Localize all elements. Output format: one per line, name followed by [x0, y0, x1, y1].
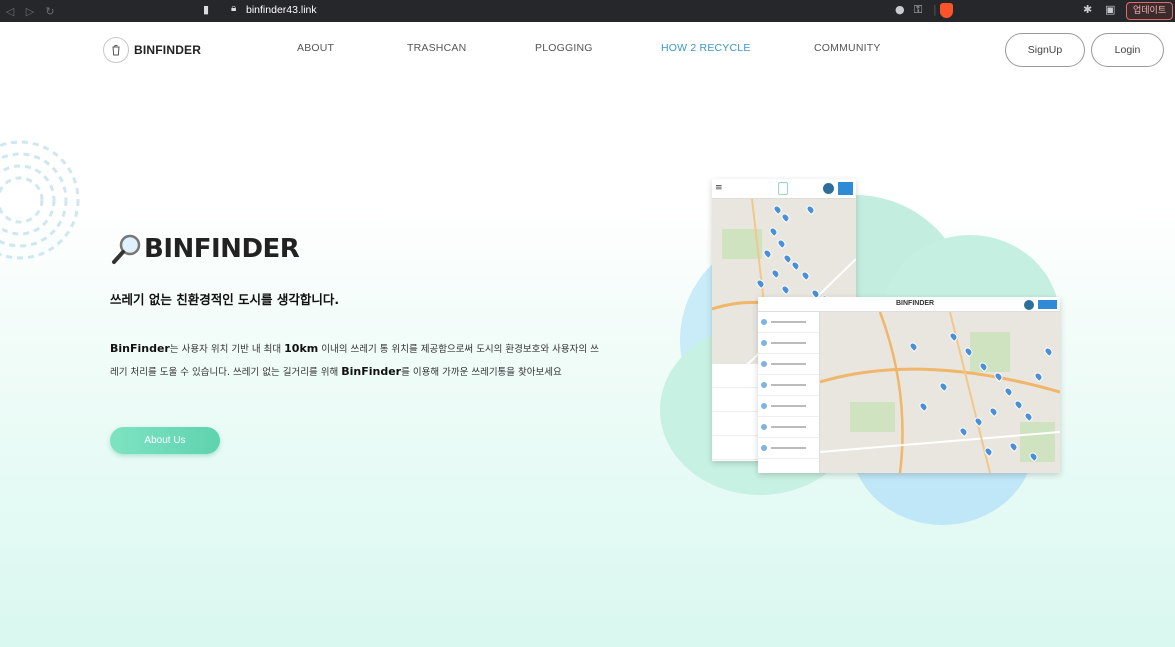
map	[819, 311, 1060, 473]
list-item	[712, 388, 762, 412]
reload-icon[interactable]: ↻	[40, 5, 60, 18]
screenshot-header: BINFINDER	[758, 297, 1060, 312]
divider: |	[933, 3, 937, 16]
placeholder-line	[771, 363, 806, 365]
dot	[761, 424, 767, 430]
list-item	[758, 312, 819, 333]
dot	[761, 319, 767, 325]
placeholder-line	[771, 342, 806, 344]
magnifier-icon	[112, 234, 141, 264]
browser-toolbar: ◁ ▷ ↻ ▮ 🔒︎ binfinder43.link ● ⚿ | ✱ ▣ 업데…	[0, 0, 1175, 22]
avatar	[1024, 300, 1034, 310]
distance-highlight: 10km	[284, 342, 319, 355]
avatar	[823, 183, 834, 194]
dot	[761, 445, 767, 451]
decorative-rings	[0, 140, 80, 260]
desktop-screenshot: BINFINDER	[758, 297, 1060, 473]
menu-icon: ≡	[715, 183, 723, 193]
list-item	[712, 364, 762, 388]
logo-text: BINFINDER	[134, 43, 202, 57]
placeholder-line	[771, 384, 806, 386]
bin-icon	[778, 182, 788, 195]
placeholder-line	[771, 405, 806, 407]
list-item	[758, 333, 819, 354]
desc-text: 는 사용자 위치 기반 내 최대	[169, 344, 285, 355]
dot	[761, 361, 767, 367]
screenshot-header: ≡	[712, 179, 856, 199]
brand-name: BinFinder	[341, 365, 402, 378]
key-icon[interactable]: ⚿	[914, 3, 922, 17]
update-button[interactable]: 업데이트	[1126, 2, 1174, 20]
nav-community[interactable]: COMMUNITY	[814, 42, 881, 54]
wallet-icon[interactable]: ▣	[1105, 3, 1115, 16]
nav-trashcan[interactable]: TRASHCAN	[407, 42, 466, 54]
brave-shield-icon[interactable]	[940, 3, 953, 18]
list-item	[712, 436, 762, 460]
back-icon[interactable]: ◁	[0, 5, 20, 18]
list-panel	[758, 312, 820, 473]
list-item	[758, 396, 819, 417]
lock-icon: 🔒︎	[231, 3, 237, 14]
dot	[761, 382, 767, 388]
address-bar[interactable]: binfinder43.link	[246, 4, 317, 16]
logo[interactable]: BINFINDER	[103, 37, 201, 63]
placeholder-line	[771, 447, 806, 449]
button	[1038, 300, 1057, 309]
nav-about[interactable]: ABOUT	[297, 42, 334, 54]
hero-subtitle: 쓰레기 없는 친환경적인 도시를 생각합니다.	[110, 292, 340, 307]
desc-text: 를 이용해 가까운 쓰레기통을 찾아보세요	[401, 367, 562, 378]
dot	[761, 340, 767, 346]
hero-description: BinFinder는 사용자 위치 기반 내 최대 10km 이내의 쓰레기 통…	[110, 338, 600, 384]
placeholder-line	[771, 426, 806, 428]
list-item	[758, 375, 819, 396]
dot	[761, 403, 767, 409]
list-item	[712, 412, 762, 436]
hero-section: BINFINDER 쓰레기 없는 친환경적인 도시를 생각합니다. BinFin…	[0, 80, 1175, 647]
list-item	[758, 417, 819, 438]
site-header: BINFINDER ABOUT TRASHCAN PLOGGING HOW 2 …	[0, 22, 1175, 80]
extensions-icon[interactable]: ✱	[1083, 3, 1092, 16]
map-roads	[819, 311, 1060, 473]
screenshot-logo: BINFINDER	[896, 300, 935, 307]
forward-icon[interactable]: ▷	[20, 5, 40, 18]
logo-bin-icon	[103, 37, 129, 63]
hero-title: BINFINDER	[110, 232, 300, 266]
list-item	[758, 354, 819, 375]
location-icon[interactable]: ●	[895, 3, 905, 16]
nav-how2recycle[interactable]: HOW 2 RECYCLE	[661, 42, 751, 54]
hero-title-text: BINFINDER	[144, 234, 300, 264]
button	[838, 182, 853, 195]
about-us-button[interactable]: About Us	[110, 427, 220, 454]
nav-plogging[interactable]: PLOGGING	[535, 42, 593, 54]
list-item	[758, 438, 819, 459]
login-button[interactable]: Login	[1091, 33, 1164, 67]
bookmark-icon[interactable]: ▮	[203, 3, 209, 16]
app-preview-illustration: ≡ BINFINDER	[660, 175, 1070, 525]
signup-button[interactable]: SignUp	[1005, 33, 1085, 67]
placeholder-line	[771, 321, 806, 323]
list-panel	[712, 364, 762, 461]
brand-name: BinFinder	[110, 342, 170, 355]
